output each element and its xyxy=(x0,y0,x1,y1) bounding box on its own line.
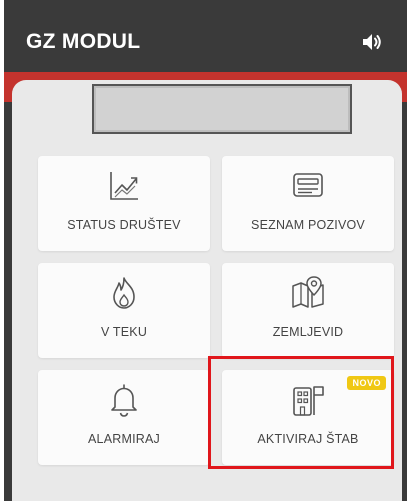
bell-icon xyxy=(111,384,137,417)
map-pin-icon xyxy=(292,276,324,308)
tile-label: ZEMLJEVID xyxy=(272,325,344,339)
trend-chart-icon xyxy=(110,172,138,200)
top-app-bar: GZ MODUL xyxy=(4,0,407,72)
app-screen: GZ MODUL STATUS DRUŠTEV SEZNAM POZIVOV V… xyxy=(4,0,407,501)
fire-icon xyxy=(113,277,135,309)
building-flag-icon xyxy=(293,386,324,416)
banner-placeholder xyxy=(92,84,352,134)
tile-status-drustev[interactable]: STATUS DRUŠTEV xyxy=(38,156,210,251)
tile-label: SEZNAM POZIVOV xyxy=(251,218,365,232)
screenshot-frame: GZ MODUL STATUS DRUŠTEV SEZNAM POZIVOV V… xyxy=(0,0,411,501)
tile-label: ALARMIRAJ xyxy=(88,432,160,446)
tile-label: STATUS DRUŠTEV xyxy=(67,218,181,232)
tile-zemljevid[interactable]: ZEMLJEVID xyxy=(222,263,394,358)
tile-alarmiraj[interactable]: ALARMIRAJ xyxy=(38,370,210,465)
new-badge: NOVO xyxy=(347,376,386,390)
main-panel: STATUS DRUŠTEV SEZNAM POZIVOV V TEKU ZEM… xyxy=(12,80,402,501)
tile-aktiviraj-stab[interactable]: NOVO AKTIVIRAJ ŠTAB xyxy=(222,370,394,465)
tile-label: V TEKU xyxy=(100,325,148,339)
tile-seznam-pozivov[interactable]: SEZNAM POZIVOV xyxy=(222,156,394,251)
speaker-volume-icon[interactable] xyxy=(360,31,384,53)
card-list-icon xyxy=(293,173,323,197)
app-title: GZ MODUL xyxy=(26,30,141,53)
tile-label: AKTIVIRAJ ŠTAB xyxy=(257,432,359,446)
tile-v-teku[interactable]: V TEKU xyxy=(38,263,210,358)
